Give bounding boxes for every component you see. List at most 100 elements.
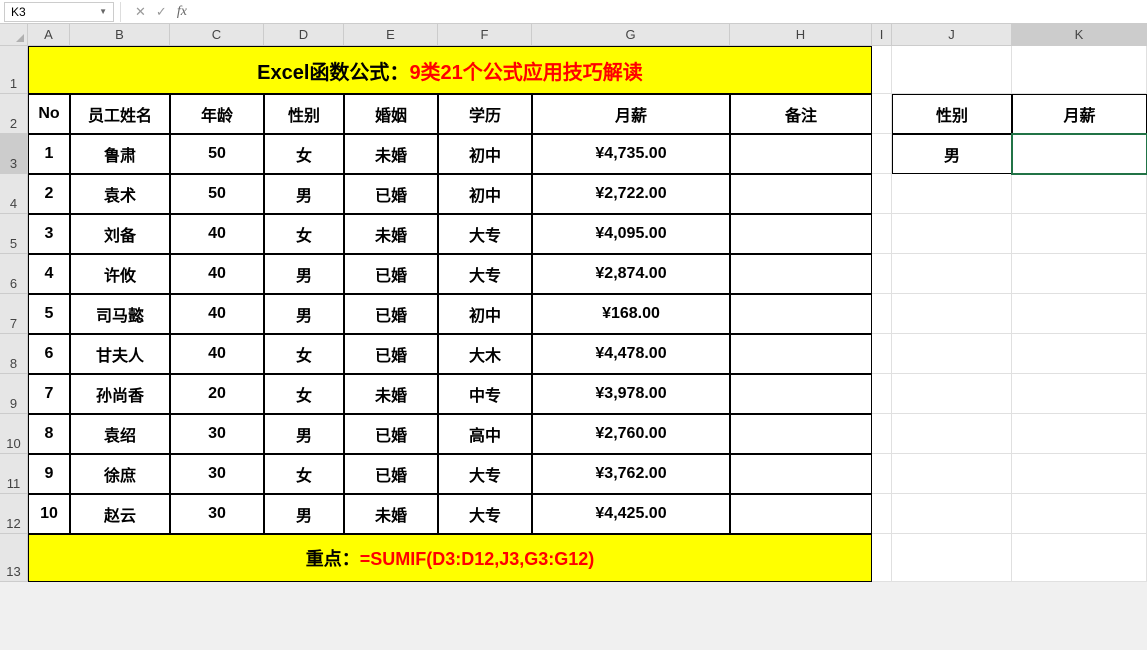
cell-J9[interactable] [892, 374, 1012, 414]
cell-D10[interactable]: 男 [264, 414, 344, 454]
cell-F8[interactable]: 大木 [438, 334, 532, 374]
cell-J5[interactable] [892, 214, 1012, 254]
cell-H9[interactable] [730, 374, 872, 414]
cell-G3[interactable]: ¥4,735.00 [532, 134, 730, 174]
cell-H12[interactable] [730, 494, 872, 534]
cell-F4[interactable]: 初中 [438, 174, 532, 214]
row-header-3[interactable]: 3 [0, 134, 28, 174]
select-all-corner[interactable] [0, 24, 28, 46]
cell-B6[interactable]: 许攸 [70, 254, 170, 294]
cell-I13[interactable] [872, 534, 892, 582]
cell-B5[interactable]: 刘备 [70, 214, 170, 254]
cell-F5[interactable]: 大专 [438, 214, 532, 254]
col-header-E[interactable]: E [344, 24, 438, 46]
row-header-13[interactable]: 13 [0, 534, 28, 582]
cell-C4[interactable]: 50 [170, 174, 264, 214]
cell-D12[interactable]: 男 [264, 494, 344, 534]
col-header-C[interactable]: C [170, 24, 264, 46]
cell-E5[interactable]: 未婚 [344, 214, 438, 254]
col-header-I[interactable]: I [872, 24, 892, 46]
col-header-K[interactable]: K [1012, 24, 1147, 46]
cell-E9[interactable]: 未婚 [344, 374, 438, 414]
cell-F9[interactable]: 中专 [438, 374, 532, 414]
row-header-1[interactable]: 1 [0, 46, 28, 94]
cell-I10[interactable] [872, 414, 892, 454]
cell-A4[interactable]: 2 [28, 174, 70, 214]
cell-K8[interactable] [1012, 334, 1147, 374]
name-box-dropdown-icon[interactable]: ▼ [99, 7, 107, 16]
cell-D11[interactable]: 女 [264, 454, 344, 494]
cell-B11[interactable]: 徐庶 [70, 454, 170, 494]
cell-J1[interactable] [892, 46, 1012, 94]
cell-J10[interactable] [892, 414, 1012, 454]
cell-F7[interactable]: 初中 [438, 294, 532, 334]
cell-K11[interactable] [1012, 454, 1147, 494]
cell-H7[interactable] [730, 294, 872, 334]
cell-C12[interactable]: 30 [170, 494, 264, 534]
header-side-salary[interactable]: 月薪 [1012, 94, 1147, 134]
cell-D5[interactable]: 女 [264, 214, 344, 254]
cell-E8[interactable]: 已婚 [344, 334, 438, 374]
row-header-12[interactable]: 12 [0, 494, 28, 534]
header-age[interactable]: 年龄 [170, 94, 264, 134]
cell-I12[interactable] [872, 494, 892, 534]
cell-I9[interactable] [872, 374, 892, 414]
cell-F12[interactable]: 大专 [438, 494, 532, 534]
cancel-icon[interactable]: ✕ [135, 4, 146, 20]
cell-K9[interactable] [1012, 374, 1147, 414]
cell-B10[interactable]: 袁绍 [70, 414, 170, 454]
cell-G4[interactable]: ¥2,722.00 [532, 174, 730, 214]
cell-D7[interactable]: 男 [264, 294, 344, 334]
cell-J12[interactable] [892, 494, 1012, 534]
cell-G9[interactable]: ¥3,978.00 [532, 374, 730, 414]
cell-G6[interactable]: ¥2,874.00 [532, 254, 730, 294]
header-note[interactable]: 备注 [730, 94, 872, 134]
row-header-5[interactable]: 5 [0, 214, 28, 254]
cell-H8[interactable] [730, 334, 872, 374]
cell-F3[interactable]: 初中 [438, 134, 532, 174]
enter-icon[interactable]: ✓ [156, 4, 167, 20]
cell-K1[interactable] [1012, 46, 1147, 94]
cell-A6[interactable]: 4 [28, 254, 70, 294]
cell-H3[interactable] [730, 134, 872, 174]
cell-J6[interactable] [892, 254, 1012, 294]
cell-C10[interactable]: 30 [170, 414, 264, 454]
row-header-11[interactable]: 11 [0, 454, 28, 494]
cell-A10[interactable]: 8 [28, 414, 70, 454]
cell-H11[interactable] [730, 454, 872, 494]
cell-E10[interactable]: 已婚 [344, 414, 438, 454]
cell-I11[interactable] [872, 454, 892, 494]
cell-J3[interactable]: 男 [892, 134, 1012, 174]
cell-D9[interactable]: 女 [264, 374, 344, 414]
cell-E11[interactable]: 已婚 [344, 454, 438, 494]
header-edu[interactable]: 学历 [438, 94, 532, 134]
fx-icon[interactable]: fx [177, 4, 187, 20]
cell-C9[interactable]: 20 [170, 374, 264, 414]
cell-B3[interactable]: 鲁肃 [70, 134, 170, 174]
header-side-sex[interactable]: 性别 [892, 94, 1012, 134]
cell-F11[interactable]: 大专 [438, 454, 532, 494]
cell-G8[interactable]: ¥4,478.00 [532, 334, 730, 374]
cell-A11[interactable]: 9 [28, 454, 70, 494]
title-cell[interactable]: Excel函数公式：9类21个公式应用技巧解读 [28, 46, 872, 94]
cell-E4[interactable]: 已婚 [344, 174, 438, 214]
cell-C11[interactable]: 30 [170, 454, 264, 494]
cell-J4[interactable] [892, 174, 1012, 214]
row-header-4[interactable]: 4 [0, 174, 28, 214]
cell-J7[interactable] [892, 294, 1012, 334]
name-box[interactable]: K3 ▼ [4, 2, 114, 22]
cell-J8[interactable] [892, 334, 1012, 374]
formula-input[interactable] [195, 2, 1147, 22]
cell-H4[interactable] [730, 174, 872, 214]
cell-I7[interactable] [872, 294, 892, 334]
col-header-D[interactable]: D [264, 24, 344, 46]
cell-I2[interactable] [872, 94, 892, 134]
cell-D3[interactable]: 女 [264, 134, 344, 174]
cell-G12[interactable]: ¥4,425.00 [532, 494, 730, 534]
cell-A7[interactable]: 5 [28, 294, 70, 334]
cell-C3[interactable]: 50 [170, 134, 264, 174]
cell-A9[interactable]: 7 [28, 374, 70, 414]
col-header-A[interactable]: A [28, 24, 70, 46]
cell-K6[interactable] [1012, 254, 1147, 294]
cell-B7[interactable]: 司马懿 [70, 294, 170, 334]
